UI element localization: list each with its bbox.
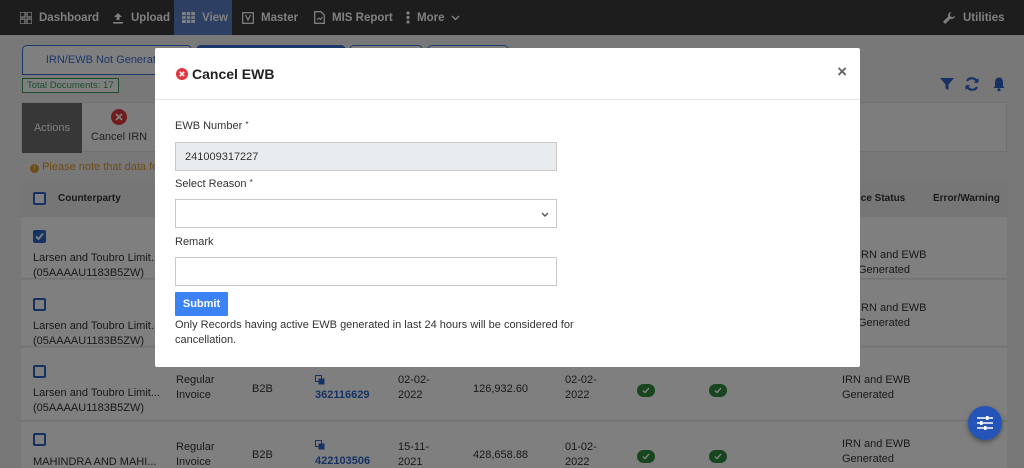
- required-mark: *: [245, 120, 249, 129]
- help-text: Only Records having active EWB generated…: [175, 319, 574, 346]
- ewb-number-value: 241009317227: [185, 150, 259, 163]
- select-reason-dropdown[interactable]: [175, 199, 557, 228]
- required-mark: *: [249, 178, 253, 187]
- select-reason-label-text: Select Reason: [175, 178, 247, 190]
- cancel-ewb-modal: Cancel EWB × EWB Number * 241009317227 S…: [155, 48, 860, 367]
- settings-fab[interactable]: [968, 406, 1002, 440]
- ewb-number-label: EWB Number *: [175, 120, 248, 132]
- submit-label: Submit: [182, 298, 221, 310]
- remark-label: Remark: [175, 236, 214, 248]
- submit-button[interactable]: Submit: [175, 292, 228, 316]
- ewb-number-field: 241009317227: [175, 142, 557, 171]
- chevron-down-icon: [541, 212, 549, 217]
- x-circle-icon: [176, 68, 188, 80]
- remark-input[interactable]: [175, 257, 557, 286]
- select-reason-label: Select Reason *: [175, 178, 253, 190]
- ewb-number-label-text: EWB Number: [175, 120, 243, 132]
- modal-title: Cancel EWB: [192, 66, 275, 82]
- sliders-icon: [977, 416, 993, 430]
- close-icon[interactable]: ×: [837, 62, 847, 82]
- modal-header: Cancel EWB ×: [155, 48, 860, 100]
